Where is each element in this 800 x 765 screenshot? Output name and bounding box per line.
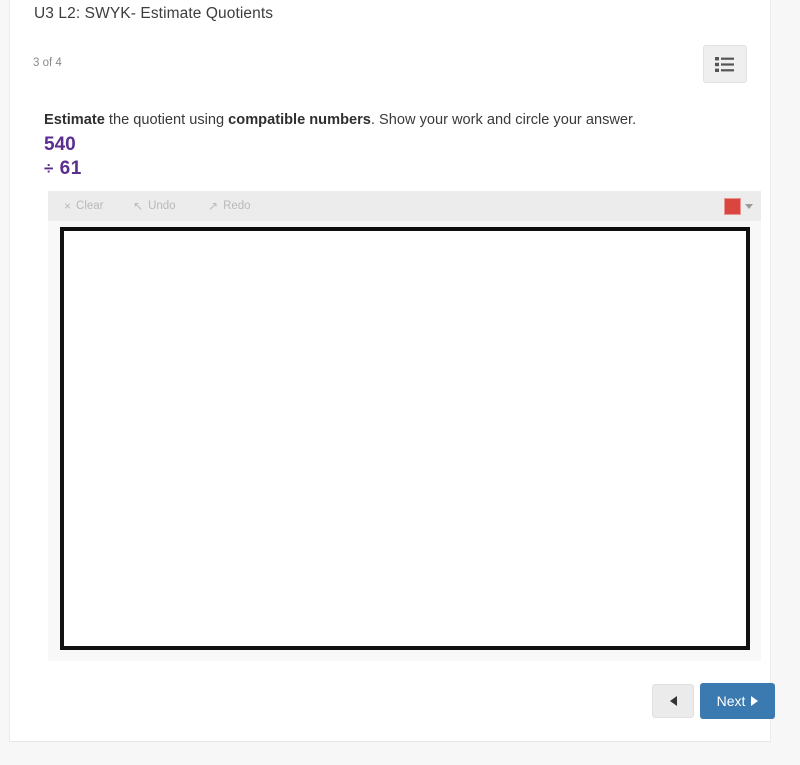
prompt-text-middle: the quotient using: [104, 112, 229, 128]
prompt-emphasis-estimate: Estimate: [44, 112, 105, 128]
chevron-down-icon[interactable]: [745, 203, 753, 209]
divisor: 61: [59, 158, 82, 180]
clear-label: Clear: [76, 200, 104, 212]
question-list-button[interactable]: [703, 45, 747, 83]
drawing-widget: × Clear ↖ Undo ↗ Redo: [48, 191, 761, 661]
division-symbol: ÷: [44, 159, 54, 179]
lesson-card: U3 L2: SWYK- Estimate Quotients 3 of 4 E…: [9, 0, 775, 742]
divisor-line: ÷ 61: [44, 157, 82, 181]
prompt-text-end: . Show your work and circle your answer.: [370, 112, 637, 128]
close-icon: ×: [64, 199, 72, 213]
drawing-canvas[interactable]: [60, 227, 750, 650]
dividend: 540: [44, 134, 76, 155]
question-prompt: Estimate the quotient using compatible n…: [44, 111, 636, 130]
page-counter: 3 of 4: [33, 57, 62, 69]
redo-arrow-icon: ↗: [208, 199, 219, 213]
triangle-right-icon: [751, 696, 759, 706]
redo-button[interactable]: ↗ Redo: [208, 191, 251, 221]
previous-button[interactable]: [652, 684, 694, 718]
next-label: Next: [716, 693, 746, 709]
page-title: U3 L2: SWYK- Estimate Quotients: [34, 5, 274, 22]
next-button[interactable]: Next: [700, 683, 775, 719]
prompt-emphasis-compatible-numbers: compatible numbers: [228, 112, 371, 128]
drawing-toolbar: × Clear ↖ Undo ↗ Redo: [48, 191, 761, 221]
undo-arrow-icon: ↖: [133, 199, 144, 213]
undo-button[interactable]: ↖ Undo: [133, 191, 176, 221]
redo-label: Redo: [223, 200, 251, 212]
color-swatch[interactable]: [724, 197, 741, 215]
color-picker[interactable]: [724, 191, 753, 221]
triangle-left-icon: [669, 696, 677, 706]
undo-label: Undo: [148, 200, 176, 212]
clear-button[interactable]: × Clear: [64, 191, 104, 221]
list-icon: [715, 56, 734, 72]
math-expression: 540 ÷ 61: [44, 133, 82, 182]
